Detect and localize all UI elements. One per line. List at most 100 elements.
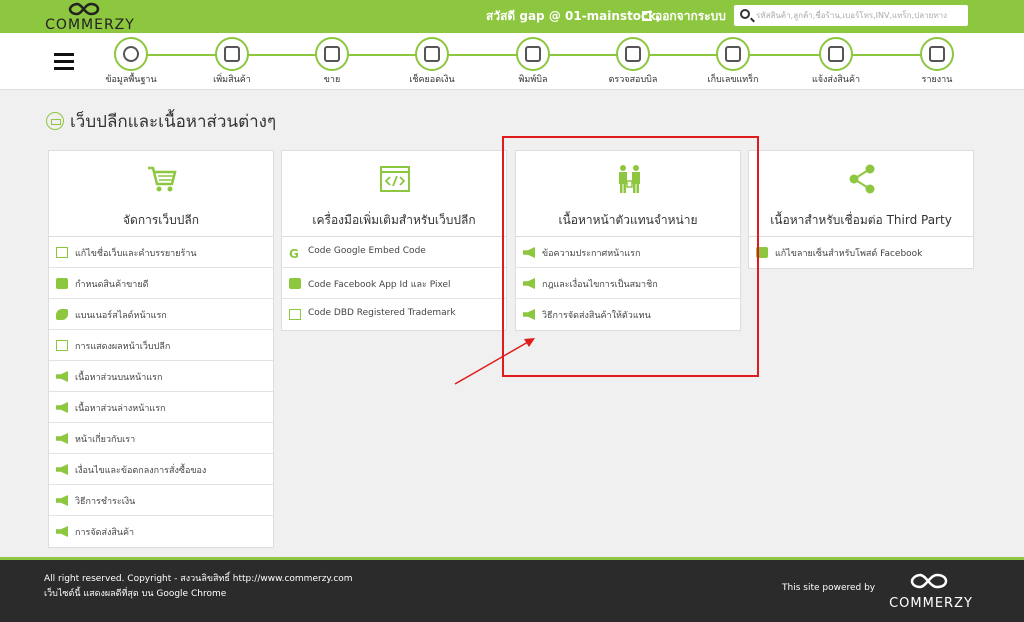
commerzy-logo[interactable]: COMMERZY bbox=[42, 0, 138, 33]
link-label: แก้ไขลายเซ็นสำหรับโพสต์ Facebook bbox=[775, 249, 923, 259]
card-header: จัดการเว็บปลีก bbox=[49, 151, 273, 237]
card-link-edit-web-name[interactable]: แก้ไขชื่อเว็บและคำบรรยายร้าน bbox=[49, 237, 273, 268]
card-link-dbd-trademark[interactable]: Code DBD Registered Trademark bbox=[282, 299, 506, 330]
powered-by-text: This site powered by bbox=[782, 583, 876, 593]
card-link-top-content[interactable]: เนื้อหาส่วนบนหน้าแรก bbox=[49, 361, 273, 392]
card-third-party: เนื้อหาสำหรับเชื่อมต่อ Third Party แก้ไข… bbox=[748, 150, 974, 269]
box-icon bbox=[215, 37, 249, 71]
nav-label: รายงาน bbox=[921, 75, 953, 85]
link-label: เนื้อหาส่วนบนหน้าแรก bbox=[75, 373, 163, 383]
card-retail-tools: เครื่องมือเพิ่มเติมสำหรับเว็บปลีก G Code … bbox=[281, 150, 507, 331]
megaphone-icon bbox=[56, 371, 68, 382]
facebook-icon bbox=[289, 278, 301, 289]
megaphone-icon bbox=[56, 433, 68, 444]
database-icon bbox=[114, 37, 148, 71]
box-icon bbox=[56, 278, 68, 289]
card-link-about-us[interactable]: หน้าเกี่ยวกับเรา bbox=[49, 423, 273, 454]
nav-label: ขาย bbox=[323, 75, 341, 85]
nav-item-tracking[interactable]: เก็บเลขแทร็ก bbox=[688, 37, 778, 86]
logout-link[interactable]: ออกจากระบบ bbox=[642, 7, 726, 26]
card-header: เนื้อหาสำหรับเชื่อมต่อ Third Party bbox=[749, 151, 973, 237]
link-label: หน้าเกี่ยวกับเรา bbox=[75, 435, 136, 445]
nav-label: เช็คยอดเงิน bbox=[409, 75, 455, 85]
card-link-bottom-content[interactable]: เนื้อหาส่วนล่างหน้าแรก bbox=[49, 392, 273, 423]
nav-item-print-bill[interactable]: พิมพ์บิล bbox=[488, 37, 578, 86]
report-icon bbox=[920, 37, 954, 71]
browser-note: เว็บไซต์นี้ แสดงผลดีที่สุด บน Google Chr… bbox=[44, 589, 227, 599]
link-label: การแสดงผลหน้าเว็บปลีก bbox=[75, 342, 171, 352]
title-icon bbox=[46, 112, 64, 130]
card-link-best-sellers[interactable]: กำหนดสินค้าขายดี bbox=[49, 268, 273, 299]
megaphone-icon bbox=[56, 526, 68, 537]
page-title: เว็บปลีกและเนื้อหาส่วนต่างๆ bbox=[46, 108, 276, 135]
logout-label: ออกจากระบบ bbox=[655, 9, 726, 23]
card-link-facebook-pixel[interactable]: Code Facebook App Id และ Pixel bbox=[282, 268, 506, 299]
megaphone-icon bbox=[56, 464, 68, 475]
megaphone-icon bbox=[56, 402, 68, 413]
greeting-text: สวัสดี gap @ 01-mainstock, bbox=[486, 9, 661, 23]
google-icon: G bbox=[289, 247, 299, 261]
nav-item-check-money[interactable]: เช็คยอดเงิน bbox=[387, 37, 477, 86]
page-title-text: เว็บปลีกและเนื้อหาส่วนต่างๆ bbox=[70, 112, 277, 132]
check-money-icon bbox=[415, 37, 449, 71]
card-manage-retail-web: จัดการเว็บปลีก แก้ไขชื่อเว็บและคำบรรยายร… bbox=[48, 150, 274, 548]
search-icon[interactable] bbox=[740, 9, 750, 19]
card-link-display[interactable]: การแสดงผลหน้าเว็บปลีก bbox=[49, 330, 273, 361]
nav-item-sell[interactable]: ขาย bbox=[287, 37, 377, 86]
barcode-scan-icon bbox=[616, 37, 650, 71]
document-icon bbox=[56, 247, 68, 258]
link-label: แบนเนอร์สไลด์หน้าแรก bbox=[75, 311, 167, 321]
card-link-google-embed[interactable]: G Code Google Embed Code bbox=[282, 237, 506, 268]
link-label: กำหนดสินค้าขายดี bbox=[75, 280, 149, 290]
nav-item-report[interactable]: รายงาน bbox=[892, 37, 982, 86]
link-label: แก้ไขชื่อเว็บและคำบรรยายร้าน bbox=[75, 249, 197, 259]
top-bar: COMMERZY สวัสดี gap @ 01-mainstock, ออกจ… bbox=[0, 0, 1024, 33]
link-label: วิธีการชำระเงิน bbox=[75, 497, 136, 507]
shopping-cart-icon bbox=[148, 166, 177, 192]
infinity-logo-icon bbox=[910, 573, 948, 589]
infinity-logo-icon bbox=[68, 2, 100, 16]
nav-label: ตรวจสอบบิล bbox=[608, 75, 658, 85]
link-label: เนื้อหาส่วนล่างหน้าแรก bbox=[75, 404, 166, 414]
banner-icon bbox=[56, 309, 68, 320]
copyright-text: All right reserved. Copyright - สงวนลิขส… bbox=[44, 574, 353, 584]
share-icon bbox=[849, 164, 875, 194]
scanner-icon bbox=[716, 37, 750, 71]
hamburger-menu-icon[interactable] bbox=[54, 53, 74, 70]
megaphone-icon bbox=[56, 495, 68, 506]
nav-label: เก็บเลขแทร็ก bbox=[707, 75, 759, 85]
footer: All right reserved. Copyright - สงวนลิขส… bbox=[0, 557, 1024, 622]
link-label: Code DBD Registered Trademark bbox=[308, 308, 456, 318]
nav-item-verify-bill[interactable]: ตรวจสอบบิล bbox=[588, 37, 678, 86]
nav-item-shipping[interactable]: แจ้งส่งสินค้า bbox=[791, 37, 881, 86]
card-title: จัดการเว็บปลีก bbox=[123, 213, 199, 227]
document-icon bbox=[289, 309, 301, 320]
link-label: Code Google Embed Code bbox=[308, 246, 426, 256]
card-link-order-terms[interactable]: เงื่อนไขและข้อตกลงการสั่งซื้อของ bbox=[49, 454, 273, 485]
search-box bbox=[734, 5, 968, 26]
nav-item-basic-data[interactable]: ข้อมูลพื้นฐาน bbox=[86, 37, 176, 86]
card-title: เครื่องมือเพิ่มเติมสำหรับเว็บปลีก bbox=[312, 213, 476, 227]
nav-label: แจ้งส่งสินค้า bbox=[811, 75, 861, 85]
link-label: Code Facebook App Id และ Pixel bbox=[308, 280, 451, 290]
nav-label: เพิ่มสินค้า bbox=[213, 75, 251, 85]
card-header: เครื่องมือเพิ่มเติมสำหรับเว็บปลีก bbox=[282, 151, 506, 237]
nav-item-add-product[interactable]: เพิ่มสินค้า bbox=[187, 37, 277, 86]
cash-register-icon bbox=[315, 37, 349, 71]
truck-icon bbox=[819, 37, 853, 71]
document-icon bbox=[56, 340, 68, 351]
nav-label: ข้อมูลพื้นฐาน bbox=[105, 75, 157, 85]
search-input[interactable] bbox=[756, 7, 964, 24]
card-link-shipping[interactable]: การจัดส่งสินค้า bbox=[49, 516, 273, 547]
card-link-banner-slider[interactable]: แบนเนอร์สไลด์หน้าแรก bbox=[49, 299, 273, 330]
card-link-facebook-signature[interactable]: แก้ไขลายเซ็นสำหรับโพสต์ Facebook bbox=[749, 237, 973, 268]
link-label: การจัดส่งสินค้า bbox=[75, 528, 135, 538]
printer-icon bbox=[516, 37, 550, 71]
footer-logo: COMMERZY bbox=[884, 570, 978, 614]
brand-name: COMMERZY bbox=[889, 596, 973, 611]
logout-icon bbox=[642, 11, 652, 21]
main-nav: ข้อมูลพื้นฐาน เพิ่มสินค้า ขาย เช็คยอดเงิ… bbox=[0, 33, 1024, 90]
card-link-payment[interactable]: วิธีการชำระเงิน bbox=[49, 485, 273, 516]
card-title: เนื้อหาสำหรับเชื่อมต่อ Third Party bbox=[770, 213, 952, 227]
brand-name: COMMERZY bbox=[45, 17, 135, 33]
